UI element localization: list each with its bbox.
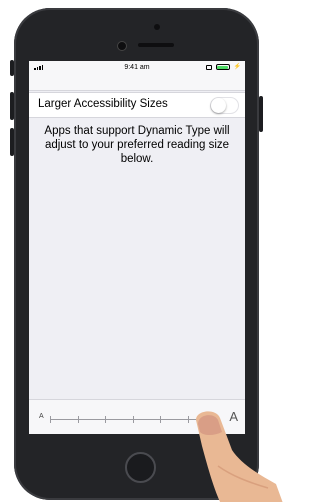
home-button[interactable] — [125, 452, 156, 483]
screen-mirroring-icon — [205, 64, 212, 70]
toggle-knob — [211, 98, 226, 113]
stage: 9:41 am ⚡ Larger Accessibility Sizes App… — [0, 0, 283, 502]
slider-tick — [50, 416, 51, 423]
large-text-icon: A — [229, 409, 238, 424]
charging-bolt-icon: ⚡ — [233, 64, 241, 70]
dynamic-type-description: Apps that support Dynamic Type will adju… — [44, 125, 230, 165]
slider-tick — [188, 416, 189, 423]
slider-tick — [133, 416, 134, 423]
larger-accessibility-sizes-toggle[interactable] — [210, 97, 239, 114]
larger-accessibility-sizes-row[interactable]: Larger Accessibility Sizes — [29, 92, 245, 118]
power-button — [259, 96, 263, 132]
battery-level — [217, 65, 229, 69]
front-camera — [117, 41, 127, 51]
earpiece-speaker — [138, 43, 174, 47]
slider-tick — [105, 416, 106, 423]
larger-accessibility-sizes-label: Larger Accessibility Sizes — [38, 98, 168, 110]
battery-area: ⚡ — [205, 64, 241, 70]
battery-icon — [215, 64, 230, 70]
navigation-bar — [29, 75, 245, 91]
slider-tick — [215, 416, 216, 423]
slider-tick — [160, 416, 161, 423]
screen: 9:41 am ⚡ Larger Accessibility Sizes App… — [29, 61, 245, 434]
text-size-slider-panel: A A — [29, 399, 245, 434]
proximity-sensor — [154, 24, 160, 30]
small-text-icon: A — [39, 413, 44, 420]
status-bar: 9:41 am ⚡ — [29, 61, 245, 75]
slider-tick — [78, 416, 79, 423]
text-size-slider[interactable] — [50, 416, 216, 423]
